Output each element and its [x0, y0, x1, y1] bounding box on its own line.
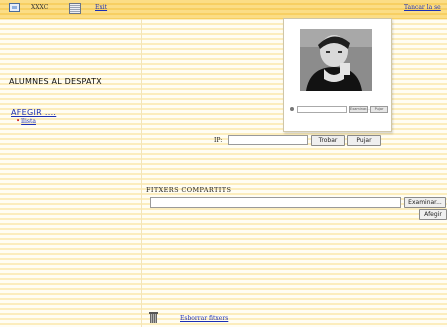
shared-file-input[interactable] — [150, 197, 401, 208]
add-student-link[interactable]: AFEGIR .... — [11, 108, 56, 117]
photo-upload-row: Examinar... Pujar — [290, 106, 388, 114]
trash-icon[interactable] — [149, 312, 158, 323]
delete-files-link[interactable]: Esborrar fitxers — [180, 315, 228, 322]
profile-photo — [300, 29, 372, 91]
photo-browse-button[interactable]: Examinar... — [349, 106, 370, 113]
host-label: XXXC — [31, 4, 49, 11]
search-ip-button[interactable]: Trobar — [311, 135, 345, 146]
document-icon[interactable] — [69, 3, 81, 14]
column-divider — [141, 19, 142, 327]
ip-input[interactable] — [228, 135, 308, 145]
computer-icon[interactable] — [9, 3, 20, 12]
photo-file-input[interactable] — [297, 106, 347, 113]
students-heading: ALUMNES AL DESPATX — [9, 77, 102, 86]
top-toolbar — [0, 0, 447, 19]
ip-label: IP: — [214, 137, 223, 144]
profile-photo-panel: Examinar... Pujar — [283, 18, 392, 132]
exit-link[interactable]: Exit — [95, 4, 107, 11]
shared-file-browse-button[interactable]: Examinar... — [404, 197, 446, 208]
ip-upload-button[interactable]: Pujar — [347, 135, 381, 146]
photo-upload-button[interactable]: Pujar — [370, 106, 388, 113]
bullet-icon: • — [16, 117, 21, 125]
close-session-link[interactable]: Tancar la se — [404, 4, 441, 11]
student-list-link[interactable]: llista — [21, 118, 36, 125]
student-list-item: •llista — [16, 117, 36, 125]
photo-file-icon — [290, 107, 294, 111]
add-file-button[interactable]: Afegir — [419, 209, 447, 220]
shared-files-heading: FITXERS COMPARTITS — [146, 186, 232, 194]
